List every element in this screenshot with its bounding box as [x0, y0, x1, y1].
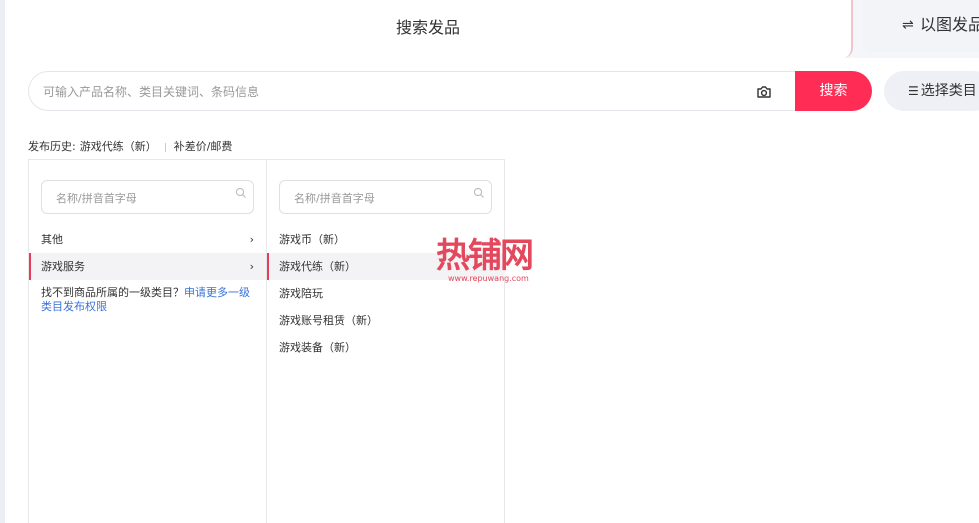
category-list: 其他 › 游戏服务 › 找不到商品所属的一级类目？申请更多一级类目发布权限 [29, 226, 266, 314]
list-icon: ☰ [908, 84, 919, 98]
category-item-game-service[interactable]: 游戏服务 › [29, 253, 266, 280]
category-hint: 找不到商品所属的一级类目？申请更多一级类目发布权限 [29, 280, 266, 314]
category-item-label: 其他 [41, 233, 63, 246]
swap-icon: ⇌ [902, 17, 914, 33]
search-input[interactable] [41, 72, 745, 112]
search-icon [235, 187, 246, 198]
category-item[interactable]: 游戏账号租赁（新） [267, 307, 505, 334]
select-category-label: 选择类目 [920, 83, 977, 99]
watermark: 热铺网 www.repuwang.com [436, 236, 546, 288]
camera-icon[interactable] [756, 84, 772, 100]
history-item[interactable]: 游戏代练（新） [80, 140, 157, 153]
column-search-input[interactable] [54, 181, 228, 215]
search-icon [473, 187, 484, 198]
tab-search-publish[interactable]: 搜索发品 [5, 0, 853, 58]
category-item-label: 游戏服务 [41, 260, 85, 273]
publish-history: 发布历史: 游戏代练（新） 补差价/邮费 [28, 138, 232, 154]
category-columns: 其他 › 游戏服务 › 找不到商品所属的一级类目？申请更多一级类目发布权限 [28, 159, 505, 523]
column-search-box [41, 180, 254, 215]
category-item-other[interactable]: 其他 › [29, 226, 266, 253]
column-search-input[interactable] [292, 181, 466, 215]
search-button[interactable]: 搜索 [795, 71, 872, 111]
category-column-level2: 游戏币（新） 游戏代练（新） 游戏陪玩 游戏账号租赁（新） 游戏装备（新） [267, 160, 505, 523]
category-item[interactable]: 游戏装备（新） [267, 334, 505, 361]
tab-image-publish[interactable]: ⇌ 以图发品 [862, 0, 979, 52]
history-divider [164, 142, 166, 152]
history-label: 发布历史: [28, 140, 76, 153]
history-item[interactable]: 补差价/邮费 [174, 140, 233, 153]
column-search-box [279, 180, 492, 215]
watermark-url: www.repuwang.com [448, 274, 529, 283]
search-box [28, 71, 796, 112]
watermark-text: 热铺网 [436, 236, 534, 276]
hint-text: 找不到商品所属的一级类目？ [41, 286, 184, 299]
chevron-right-icon: › [249, 233, 254, 246]
publish-page: 搜索发品 ⇌ 以图发品 搜索 ☰选择类目 发布历史: 游戏代练（新） 补差价/邮费 [0, 0, 979, 523]
chevron-right-icon: › [249, 260, 254, 273]
category-column-level1: 其他 › 游戏服务 › 找不到商品所属的一级类目？申请更多一级类目发布权限 [29, 160, 267, 523]
select-category-button[interactable]: ☰ 选择类目 [884, 71, 979, 111]
tab-image-publish-label: 以图发品 [920, 15, 979, 34]
